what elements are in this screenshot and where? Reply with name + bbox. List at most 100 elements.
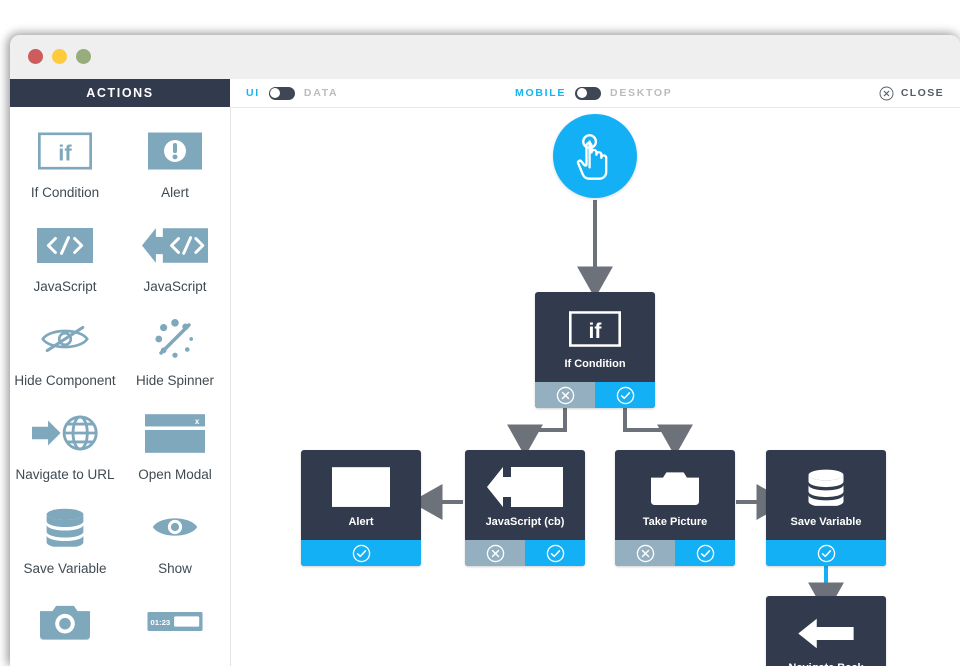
node-label: Navigate Back (788, 662, 863, 666)
node-label: Save Variable (791, 516, 862, 528)
check-circle-icon (616, 386, 635, 405)
toggle-knob (270, 88, 280, 98)
node-footer (301, 540, 421, 566)
close-button-label: CLOSE (901, 87, 944, 99)
action-item-javascript[interactable]: JavaScript (10, 219, 120, 295)
arrow-globe-icon (32, 407, 98, 459)
node-branch-false[interactable] (535, 382, 595, 408)
flow-node-save-variable[interactable]: Save Variable (766, 450, 886, 566)
code-brackets-icon (37, 219, 93, 271)
timer-bar-icon (147, 595, 203, 647)
action-item-show[interactable]: Show (120, 501, 230, 577)
device-mode-toggle[interactable] (575, 87, 601, 100)
actions-sidebar: ACTIONS If Condition Alert JavaScript (10, 79, 231, 666)
action-label: If Condition (31, 185, 99, 201)
action-label: JavaScript (33, 279, 96, 295)
node-branch-true[interactable] (766, 540, 886, 566)
canvas-toolbar: UI DATA MOBILE DESKTOP CLOSE (230, 79, 960, 108)
action-label: Hide Component (14, 373, 115, 389)
app-window: ACTIONS If Condition Alert JavaScript (10, 35, 960, 666)
check-circle-icon (696, 544, 715, 563)
window-titlebar (10, 35, 960, 79)
action-label: Alert (161, 185, 189, 201)
action-item-if-condition[interactable]: If Condition (10, 125, 120, 201)
node-footer (465, 540, 585, 566)
flow-node-javascript-cb[interactable]: JavaScript (cb) (465, 450, 585, 566)
if-box-icon (38, 125, 92, 177)
spinner-slash-icon (154, 313, 196, 365)
window-maximize-button[interactable] (76, 49, 91, 64)
toggle-knob (577, 88, 587, 98)
code-brackets-arrow-icon (142, 219, 208, 271)
node-footer (615, 540, 735, 566)
actions-grid: If Condition Alert JavaScript JavaScript (10, 107, 230, 655)
check-circle-icon (546, 544, 565, 563)
action-item-save-variable[interactable]: Save Variable (10, 501, 120, 577)
node-branch-true[interactable] (675, 540, 735, 566)
action-label: Navigate to URL (15, 467, 114, 483)
x-circle-icon (636, 544, 655, 563)
node-body: Save Variable (766, 450, 886, 540)
view-toggle-right-label[interactable]: DATA (304, 87, 338, 99)
flow-node-alert[interactable]: Alert (301, 450, 421, 566)
close-icon (879, 86, 894, 101)
node-body: Take Picture (615, 450, 735, 540)
code-brackets-arrow-icon (487, 462, 563, 512)
window-close-button[interactable] (28, 49, 43, 64)
flow-canvas[interactable]: If Condition Alert (231, 108, 960, 666)
node-label: Alert (348, 516, 373, 528)
view-mode-toggle[interactable] (269, 87, 295, 100)
view-toggle-left-label[interactable]: UI (246, 87, 260, 99)
action-item-alert[interactable]: Alert (120, 125, 230, 201)
node-label: If Condition (564, 358, 625, 370)
tap-hand-icon (575, 133, 615, 180)
flow-node-navigate-back[interactable]: Navigate Back (766, 596, 886, 666)
node-label: JavaScript (cb) (486, 516, 565, 528)
sidebar-header: ACTIONS (10, 79, 230, 107)
action-label: Show (158, 561, 192, 577)
action-label: Open Modal (138, 467, 212, 483)
back-arrow-icon (798, 608, 854, 658)
x-circle-icon (556, 386, 575, 405)
node-branch-true[interactable] (595, 382, 655, 408)
device-mode-toggle-group: MOBILE DESKTOP (515, 79, 673, 107)
close-button[interactable]: CLOSE (879, 79, 944, 107)
action-label: JavaScript (143, 279, 206, 295)
alert-exclamation-icon (148, 125, 202, 177)
action-item-open-modal[interactable]: Open Modal (120, 407, 230, 483)
camera-icon (40, 595, 90, 647)
action-label: Hide Spinner (136, 373, 214, 389)
database-icon (44, 501, 86, 553)
node-body: If Condition (535, 292, 655, 382)
action-item-navigate-to-url[interactable]: Navigate to URL (10, 407, 120, 483)
flow-node-start[interactable] (553, 114, 637, 198)
flow-node-take-picture[interactable]: Take Picture (615, 450, 735, 566)
action-item-hide-component[interactable]: Hide Component (10, 313, 120, 389)
flow-node-if-condition[interactable]: If Condition (535, 292, 655, 408)
alert-exclamation-icon (332, 462, 390, 512)
modal-window-icon (145, 407, 205, 459)
node-branch-false[interactable] (615, 540, 675, 566)
if-box-icon (569, 304, 621, 354)
node-label: Take Picture (643, 516, 708, 528)
eye-icon (150, 501, 200, 553)
check-circle-icon (817, 544, 836, 563)
camera-icon (651, 462, 699, 512)
device-toggle-left-label[interactable]: MOBILE (515, 87, 566, 99)
node-body: Alert (301, 450, 421, 540)
eye-slash-icon (40, 313, 90, 365)
node-branch-true[interactable] (301, 540, 421, 566)
node-footer (766, 540, 886, 566)
x-circle-icon (486, 544, 505, 563)
node-branch-true[interactable] (525, 540, 585, 566)
node-branch-false[interactable] (465, 540, 525, 566)
action-item-timer[interactable] (120, 595, 230, 655)
action-item-take-picture[interactable] (10, 595, 120, 655)
node-footer (535, 382, 655, 408)
action-item-javascript-callback[interactable]: JavaScript (120, 219, 230, 295)
window-minimize-button[interactable] (52, 49, 67, 64)
action-item-hide-spinner[interactable]: Hide Spinner (120, 313, 230, 389)
database-icon (806, 462, 846, 512)
node-body: Navigate Back (766, 596, 886, 666)
device-toggle-right-label[interactable]: DESKTOP (610, 87, 672, 99)
